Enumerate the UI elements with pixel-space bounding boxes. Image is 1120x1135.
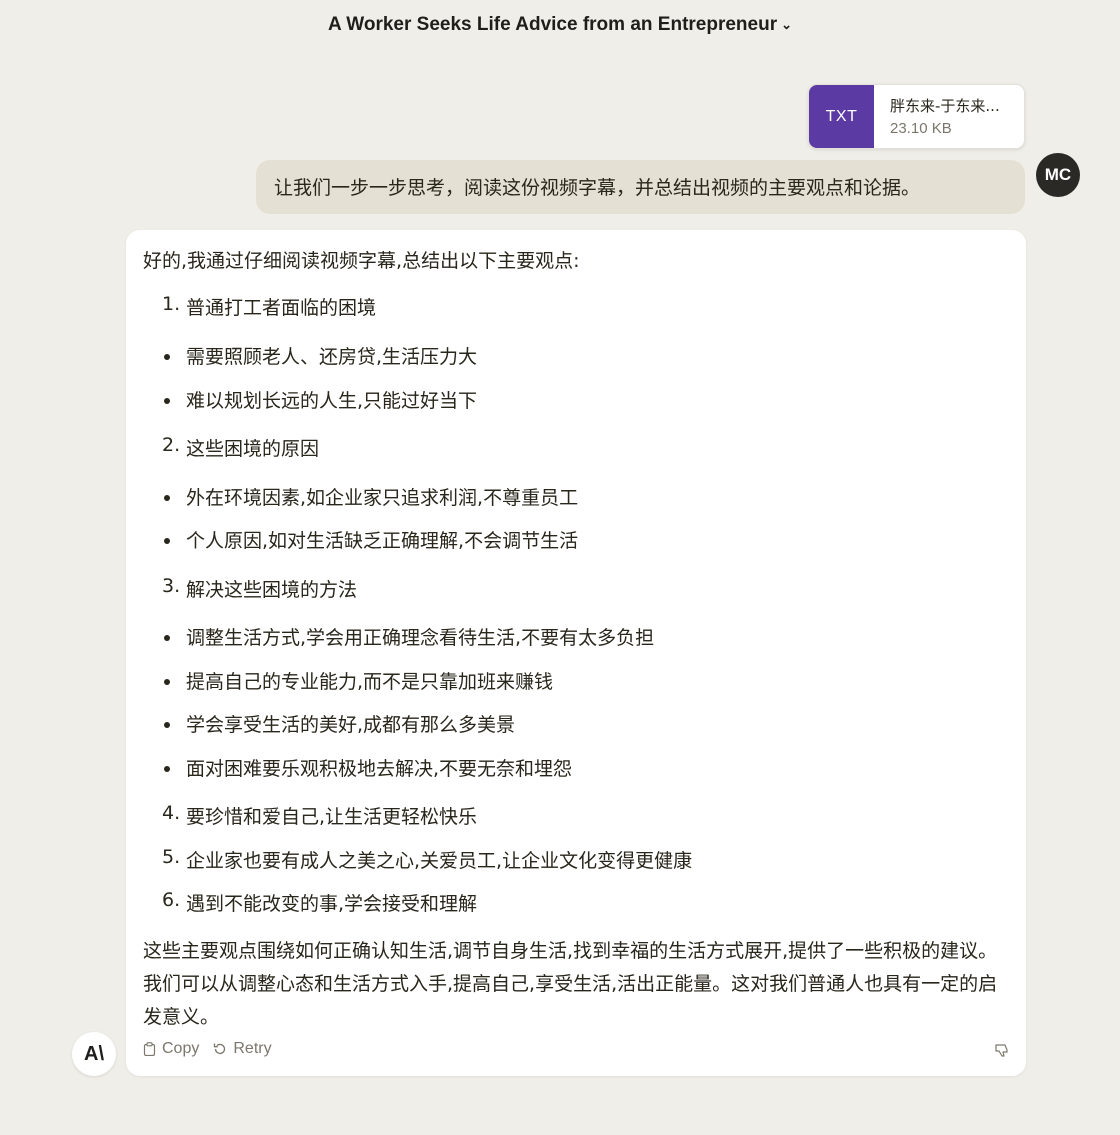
file-type-badge: TXT (809, 85, 874, 148)
thumbs-down-icon[interactable] (994, 1042, 1010, 1058)
list-item: 外在环境因素,如企业家只追求利润,不尊重员工 (186, 487, 579, 509)
message-actions: Copy Retry (143, 1040, 272, 1058)
file-name: 胖东来-于东来... (890, 97, 1000, 115)
bullet-dot (164, 679, 170, 685)
file-size: 23.10 KB (890, 120, 952, 137)
retry-button[interactable]: Retry (213, 1040, 272, 1058)
copy-button[interactable]: Copy (143, 1040, 199, 1058)
section-number: 6. (162, 889, 181, 911)
list-item: 提高自己的专业能力,而不是只靠加班来赚钱 (186, 671, 554, 693)
retry-icon (214, 1043, 226, 1055)
copy-icon (143, 1042, 156, 1056)
assistant-conclusion: 这些主要观点围绕如何正确认知生活,调节自身生活,找到幸福的生活方式展开,提供了一… (143, 940, 998, 1028)
file-info: 胖东来-于东来... 23.10 KB (874, 85, 1000, 148)
bullet-dot (164, 722, 170, 728)
conversation-title-text: A Worker Seeks Life Advice from an Entre… (327, 14, 778, 35)
list-item: 学会享受生活的美好,成都有那么多美景 (186, 714, 516, 736)
section-title: 遇到不能改变的事,学会接受和理解 (186, 893, 478, 915)
copy-label: Copy (162, 1040, 200, 1057)
bullet-dot (164, 354, 170, 360)
bullet-dot (164, 766, 170, 772)
chevron-down-icon[interactable]: ⌄ (781, 17, 792, 33)
bullet-dot (164, 495, 170, 501)
assistant-message: 好的,我通过仔细阅读视频字幕,总结出以下主要观点: 1. 普通打工者面临的困境 … (126, 230, 1026, 1076)
list-item: 难以规划长远的人生,只能过好当下 (186, 390, 478, 412)
bullet-dot (164, 635, 170, 641)
section-number: 2. (162, 434, 181, 456)
section-title: 要珍惜和爱自己,让生活更轻松快乐 (186, 806, 478, 828)
section-title: 这些困境的原因 (186, 438, 320, 460)
conversation-title[interactable]: A Worker Seeks Life Advice from an Entre… (0, 14, 1120, 36)
user-avatar[interactable]: MC (1036, 153, 1080, 197)
list-item: 调整生活方式,学会用正确理念看待生活,不要有太多负担 (186, 627, 655, 649)
list-item: 面对困难要乐观积极地去解决,不要无奈和埋怨 (186, 758, 573, 780)
section-number: 1. (162, 293, 181, 315)
retry-label: Retry (233, 1040, 272, 1057)
list-item: 个人原因,如对生活缺乏正确理解,不会调节生活 (186, 530, 579, 552)
section-title: 企业家也要有成人之美之心,关爱员工,让企业文化变得更健康 (186, 850, 693, 872)
section-title: 解决这些困境的方法 (186, 579, 358, 601)
section-number: 5. (162, 846, 181, 868)
claude-logo: A\ (72, 1032, 116, 1076)
section-number: 4. (162, 802, 181, 824)
bullet-dot (164, 538, 170, 544)
section-number: 3. (162, 575, 181, 597)
assistant-intro: 好的,我通过仔细阅读视频字幕,总结出以下主要观点: (143, 250, 580, 272)
user-message: 让我们一步一步思考，阅读这份视频字幕，并总结出视频的主要观点和论据。 (256, 160, 1025, 214)
section-title: 普通打工者面临的困境 (186, 297, 377, 319)
bullet-dot (164, 398, 170, 404)
attachment-card[interactable]: TXT 胖东来-于东来... 23.10 KB (808, 84, 1025, 149)
list-item: 需要照顾老人、还房贷,生活压力大 (186, 346, 478, 368)
